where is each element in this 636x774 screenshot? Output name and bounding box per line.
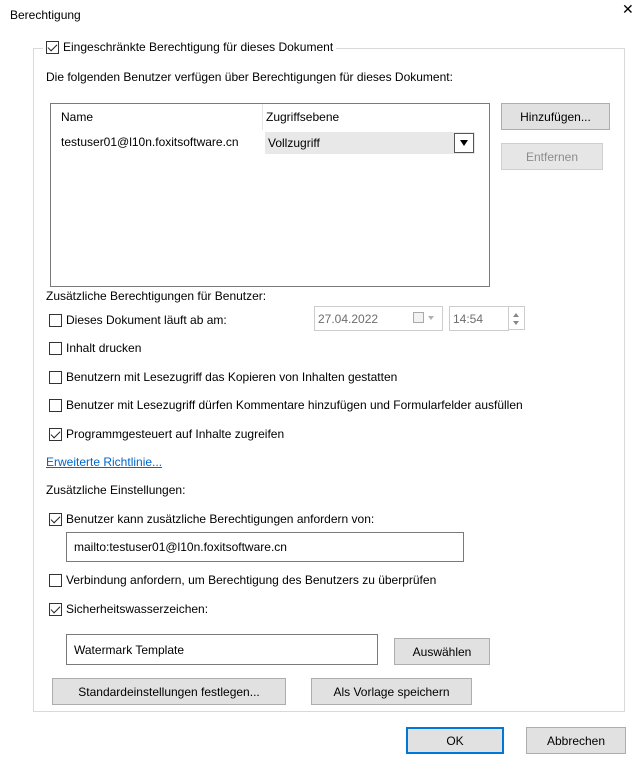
request-checkbox[interactable] [49,512,62,526]
users-intro: Die folgenden Benutzer verfügen über Ber… [46,70,453,84]
user-email: testuser01@l10n.foxitsoftware.cn [61,135,239,149]
restrict-checkbox[interactable] [46,40,59,54]
save-template-button[interactable]: Als Vorlage speichern [311,678,472,705]
users-list-header: Name Zugriffsebene [51,104,489,130]
permission-dialog: Berechtigung ✕ Eingeschränkte Berechtigu… [0,0,636,774]
calendar-dropdown-icon[interactable] [428,316,434,320]
calendar-icon[interactable] [413,312,424,323]
comment-label: Benutzer mit Lesezugriff dürfen Kommenta… [66,398,523,412]
copy-checkbox-row[interactable]: Benutzern mit Lesezugriff das Kopieren v… [49,368,397,386]
extra-permissions-heading: Zusätzliche Berechtigungen für Benutzer: [46,289,267,303]
expires-checkbox[interactable] [49,313,62,327]
set-defaults-button[interactable]: Standardeinstellungen festlegen... [52,678,286,705]
ok-button[interactable]: OK [406,727,504,754]
users-list[interactable]: Name Zugriffsebene testuser01@l10n.foxit… [50,103,490,287]
access-level-value: Vollzugriff [268,136,320,150]
close-icon[interactable]: ✕ [622,2,634,16]
request-checkbox-row[interactable]: Benutzer kann zusätzliche Berechtigungen… [49,510,374,528]
cancel-button[interactable]: Abbrechen [526,727,626,754]
expires-label: Dieses Dokument läuft ab am: [66,313,227,327]
print-checkbox[interactable] [49,341,62,355]
spinner-icon[interactable] [508,306,525,330]
table-row[interactable]: testuser01@l10n.foxitsoftware.cn Vollzug… [51,132,489,154]
watermark-input[interactable]: Watermark Template [66,634,378,665]
programmatic-checkbox[interactable] [49,427,62,441]
request-address-input[interactable]: mailto:testuser01@l10n.foxitsoftware.cn [66,532,464,562]
restrict-checkbox-row[interactable]: Eingeschränkte Berechtigung für dieses D… [43,38,337,56]
watermark-value: Watermark Template [74,642,185,657]
comment-checkbox-row[interactable]: Benutzer mit Lesezugriff dürfen Kommenta… [49,396,523,414]
request-label: Benutzer kann zusätzliche Berechtigungen… [66,512,375,526]
remove-user-button[interactable]: Entfernen [501,143,603,170]
dialog-title: Berechtigung [10,8,81,22]
print-label: Inhalt drucken [66,341,142,355]
column-name[interactable]: Name [61,110,93,124]
print-checkbox-row[interactable]: Inhalt drucken [49,339,141,357]
programmatic-label: Programmgesteuert auf Inhalte zugreifen [66,427,285,441]
watermark-checkbox-row[interactable]: Sicherheitswasserzeichen: [49,600,208,618]
copy-label: Benutzern mit Lesezugriff das Kopieren v… [66,370,398,384]
connection-checkbox-row[interactable]: Verbindung anfordern, um Berechtigung de… [49,571,436,589]
connection-checkbox[interactable] [49,573,62,587]
expiry-time-value: 14:54 [453,311,484,326]
restrict-label: Eingeschränkte Berechtigung für dieses D… [63,40,334,54]
choose-watermark-button[interactable]: Auswählen [394,638,490,665]
expires-checkbox-row[interactable]: Dieses Dokument läuft ab am: [49,311,227,329]
advanced-policy-link[interactable]: Erweiterte Richtlinie... [46,453,162,471]
request-address-value: mailto:testuser01@l10n.foxitsoftware.cn [74,540,287,554]
expiry-date-value: 27.04.2022 [318,311,379,326]
watermark-checkbox[interactable] [49,602,62,616]
comment-checkbox[interactable] [49,398,62,412]
column-access[interactable]: Zugriffsebene [266,110,339,124]
connection-label: Verbindung anfordern, um Berechtigung de… [66,573,437,587]
expiry-time-field[interactable]: 14:54 [449,306,509,331]
column-separator [262,104,263,130]
extra-settings-heading: Zusätzliche Einstellungen: [46,483,186,497]
programmatic-checkbox-row[interactable]: Programmgesteuert auf Inhalte zugreifen [49,425,284,443]
add-user-button[interactable]: Hinzufügen... [501,103,610,130]
watermark-label: Sicherheitswasserzeichen: [66,602,209,616]
access-level-select[interactable]: Vollzugriff [265,132,475,154]
chevron-down-icon[interactable] [454,133,474,153]
copy-checkbox[interactable] [49,370,62,384]
